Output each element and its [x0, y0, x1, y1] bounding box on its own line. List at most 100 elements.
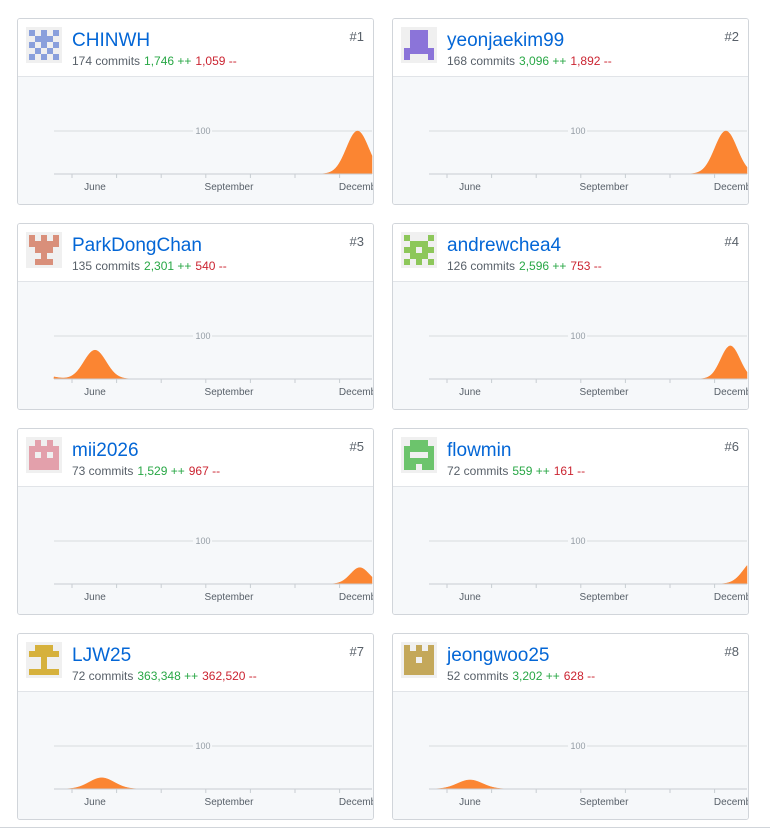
y-tick-label: 100 [570, 331, 585, 341]
contributor-card: LJW25 72 commits 363,348 ++ 362,520 -- #7 100… [17, 633, 374, 820]
deletions-count: 1,892 -- [570, 54, 612, 68]
commit-count[interactable]: 73 commits [72, 464, 133, 478]
contributor-header: jeongwoo25 52 commits 3,202 ++ 628 -- #8 [393, 634, 748, 692]
deletions-count: 161 -- [553, 464, 586, 478]
x-tick-label: September [580, 592, 630, 603]
avatar[interactable] [401, 437, 437, 473]
additions-count: 1,529 ++ [137, 464, 185, 478]
contributor-header: andrewchea4 126 commits 2,596 ++ 753 -- #4 [393, 224, 748, 282]
contributor-header: CHINWH 174 commits 1,746 ++ 1,059 -- #1 [18, 19, 373, 77]
x-tick-label: December [714, 387, 748, 398]
contribution-stats: 72 commits 559 ++ 161 -- [447, 464, 585, 478]
contribution-stats: 72 commits 363,348 ++ 362,520 -- [72, 669, 257, 683]
contributor-card: ParkDongChan 135 commits 2,301 ++ 540 -- #3 1… [17, 223, 374, 410]
x-tick-label: June [84, 592, 106, 603]
x-tick-label: June [459, 592, 481, 603]
commit-count[interactable]: 72 commits [447, 464, 508, 478]
contributor-header: mii2026 73 commits 1,529 ++ 967 -- #5 [18, 429, 373, 487]
contribution-stats: 168 commits 3,096 ++ 1,892 -- [447, 54, 612, 68]
contributor-header: flowmin 72 commits 559 ++ 161 -- #6 [393, 429, 748, 487]
deletions-count: 362,520 -- [202, 669, 257, 683]
chart-svg: 100 June September December [429, 126, 748, 193]
additions-count: 1,746 ++ [144, 54, 192, 68]
username-link[interactable]: CHINWH [72, 30, 150, 52]
username-link[interactable]: LJW25 [72, 645, 131, 667]
avatar[interactable] [26, 642, 62, 678]
commit-count[interactable]: 126 commits [447, 259, 515, 273]
commit-area [54, 130, 373, 175]
x-tick-label: December [714, 592, 748, 603]
rank-label: #6 [724, 439, 739, 454]
commit-activity-chart: 100 June September December [18, 692, 373, 819]
x-tick-label: December [339, 592, 373, 603]
username-link[interactable]: ParkDongChan [72, 235, 202, 257]
contribution-stats: 174 commits 1,746 ++ 1,059 -- [72, 54, 237, 68]
commit-area [54, 567, 373, 585]
y-tick-label: 100 [570, 741, 585, 751]
avatar[interactable] [401, 232, 437, 268]
username-link[interactable]: flowmin [447, 440, 511, 462]
y-tick-label: 100 [195, 741, 210, 751]
x-tick-label: September [580, 182, 630, 193]
chart-svg: 100 June September December [54, 126, 373, 193]
chart-svg: 100 June September December [428, 741, 748, 808]
commit-count[interactable]: 135 commits [72, 259, 140, 273]
commit-activity-chart: 100 June September December [18, 77, 373, 204]
page-divider [0, 827, 770, 828]
avatar[interactable] [401, 642, 437, 678]
commit-count[interactable]: 72 commits [72, 669, 133, 683]
additions-count: 363,348 ++ [137, 669, 199, 683]
contributor-card: yeonjaekim99 168 commits 3,096 ++ 1,892 -- #… [392, 18, 749, 205]
chart-svg: 100 June September December [54, 536, 373, 603]
contributor-card: mii2026 73 commits 1,529 ++ 967 -- #5 100 June… [17, 428, 374, 615]
commit-area [53, 777, 372, 790]
x-tick-label: December [339, 387, 373, 398]
commit-area [429, 564, 748, 585]
rank-label: #2 [724, 29, 739, 44]
contributor-card: jeongwoo25 52 commits 3,202 ++ 628 -- #8 100 J… [392, 633, 749, 820]
username-link[interactable]: mii2026 [72, 440, 139, 462]
y-tick-label: 100 [195, 536, 210, 546]
x-tick-label: September [205, 797, 255, 808]
x-tick-label: December [714, 797, 748, 808]
y-tick-label: 100 [570, 126, 585, 136]
chart-svg: 100 June September December [429, 331, 748, 398]
x-tick-label: December [339, 797, 373, 808]
x-tick-label: December [714, 182, 748, 193]
commit-activity-chart: 100 June September December [18, 282, 373, 409]
rank-label: #3 [349, 234, 364, 249]
username-link[interactable]: jeongwoo25 [447, 645, 549, 667]
avatar[interactable] [26, 232, 62, 268]
contributor-header: LJW25 72 commits 363,348 ++ 362,520 -- #7 [18, 634, 373, 692]
commit-count[interactable]: 174 commits [72, 54, 140, 68]
avatar[interactable] [401, 27, 437, 63]
avatar[interactable] [26, 437, 62, 473]
commit-count[interactable]: 168 commits [447, 54, 515, 68]
x-tick-label: June [459, 387, 481, 398]
commit-activity-chart: 100 June September December [393, 487, 748, 614]
avatar[interactable] [26, 27, 62, 63]
commit-activity-chart: 100 June September December [393, 282, 748, 409]
contributor-header: yeonjaekim99 168 commits 3,096 ++ 1,892 -- #… [393, 19, 748, 77]
x-tick-label: June [84, 387, 106, 398]
additions-count: 3,202 ++ [512, 669, 560, 683]
rank-label: #8 [724, 644, 739, 659]
contributor-card: andrewchea4 126 commits 2,596 ++ 753 -- #4 10… [392, 223, 749, 410]
username-link[interactable]: yeonjaekim99 [447, 30, 564, 52]
contribution-stats: 126 commits 2,596 ++ 753 -- [447, 259, 602, 273]
commit-activity-chart: 100 June September December [393, 692, 748, 819]
chart-svg: 100 June September December [53, 331, 373, 398]
username-link[interactable]: andrewchea4 [447, 235, 561, 257]
x-tick-label: September [205, 387, 255, 398]
commit-area [428, 779, 747, 790]
x-tick-label: September [205, 592, 255, 603]
contributor-card: CHINWH 174 commits 1,746 ++ 1,059 -- #1 100 Ju… [17, 18, 374, 205]
commit-count[interactable]: 52 commits [447, 669, 508, 683]
contribution-stats: 135 commits 2,301 ++ 540 -- [72, 259, 227, 273]
x-tick-label: June [459, 797, 481, 808]
contribution-stats: 73 commits 1,529 ++ 967 -- [72, 464, 220, 478]
deletions-count: 753 -- [570, 259, 602, 273]
commit-activity-chart: 100 June September December [393, 77, 748, 204]
additions-count: 2,596 ++ [519, 259, 567, 273]
rank-label: #5 [349, 439, 364, 454]
